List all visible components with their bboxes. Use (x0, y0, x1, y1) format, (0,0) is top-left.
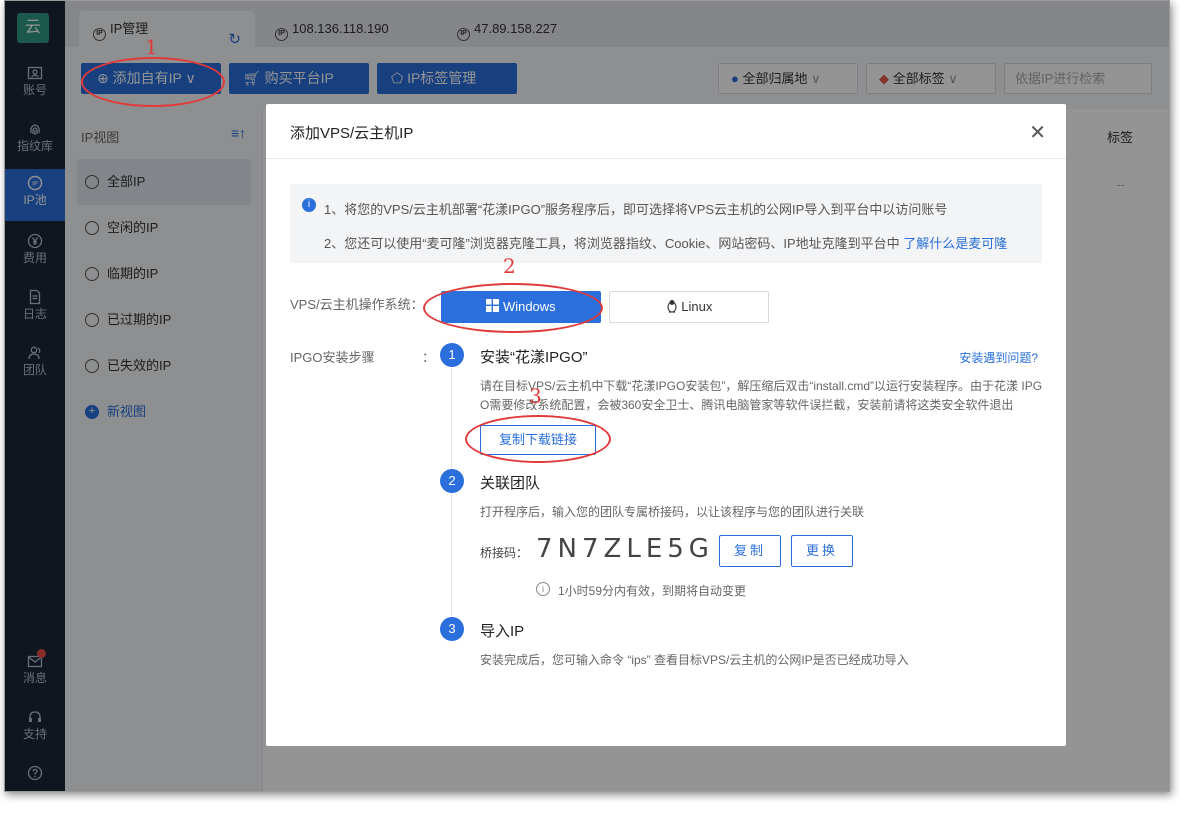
annotation-number: 2 (503, 254, 516, 278)
learn-maikelong-link[interactable]: 了解什么是麦可隆 (903, 236, 1007, 251)
step-number: 2 (440, 469, 464, 493)
install-help-link[interactable]: 安装遇到问题? (959, 349, 1038, 366)
divider (266, 158, 1066, 159)
step-description: 打开程序后，输入您的团队专属桥接码，以让该程序与您的团队进行关联 (480, 505, 865, 519)
step-connector (451, 493, 452, 629)
info-icon: i (302, 198, 316, 212)
add-vps-ip-dialog: 添加VPS/云主机IP ✕ i 1、将您的VPS/云主机部署“花漾IPGO”服务… (266, 104, 1066, 746)
info-icon: i (536, 582, 550, 596)
annotation-ring (423, 283, 603, 333)
info-notice: i 1、将您的VPS/云主机部署“花漾IPGO”服务程序后，即可选择将VPS云主… (290, 184, 1042, 263)
os-linux-button[interactable]: Linux (609, 291, 769, 323)
step-connector (451, 368, 452, 478)
os-label-linux: Linux (681, 299, 713, 314)
os-label: VPS/云主机操作系统： (290, 297, 424, 312)
step-title: 导入IP (480, 623, 525, 640)
annotation-ring (81, 57, 225, 107)
step-title: 安装“花漾IPGO” (480, 349, 588, 366)
steps-label: IPGO安装步骤 (290, 350, 375, 365)
steps-colon: ： (422, 350, 436, 365)
step-description: 安装完成后，您可输入命令 “ips” 查看目标VPS/云主机的公网IP是否已经成… (480, 653, 909, 667)
annotation-number: 1 (145, 35, 158, 59)
step-number: 3 (440, 617, 464, 641)
notice-text-1: 1、将您的VPS/云主机部署“花漾IPGO”服务程序后，即可选择将VPS云主机的… (324, 202, 948, 217)
code-validity-text: 1小时59分内有效，到期将自动变更 (558, 584, 747, 598)
app-window: 云 账号 指纹库 IP IP池 费用 日志 团队 消息 支持 IP IP管理 ↻… (4, 0, 1170, 792)
close-icon[interactable]: ✕ (1029, 120, 1046, 145)
annotation-number: 3 (529, 384, 542, 408)
dialog-title: 添加VPS/云主机IP (290, 125, 414, 142)
linux-penguin-icon (666, 299, 682, 314)
change-code-button[interactable]: 更换 (791, 535, 853, 567)
bridge-code-value: 7N7ZLE5G (536, 534, 714, 564)
step-description: 请在目标VPS/云主机中下载“花漾IPGO安装包”，解压缩后双击“install… (480, 379, 1043, 393)
notice-text-2: 2、您还可以使用“麦可隆”浏览器克隆工具，将浏览器指纹、Cookie、网站密码、… (324, 236, 900, 251)
step-number: 1 (440, 343, 464, 367)
bridge-code-label: 桥接码： (480, 546, 529, 560)
step-description: O需要修改系统配置，会被360安全卫士、腾讯电脑管家等软件误拦截，安装前请将这类… (480, 398, 1014, 412)
step-title: 关联团队 (480, 475, 541, 492)
copy-code-button[interactable]: 复制 (719, 535, 781, 567)
annotation-ring (465, 415, 611, 463)
notice-line-2: 2、您还可以使用“麦可隆”浏览器克隆工具，将浏览器指纹、Cookie、网站密码、… (324, 233, 1007, 252)
